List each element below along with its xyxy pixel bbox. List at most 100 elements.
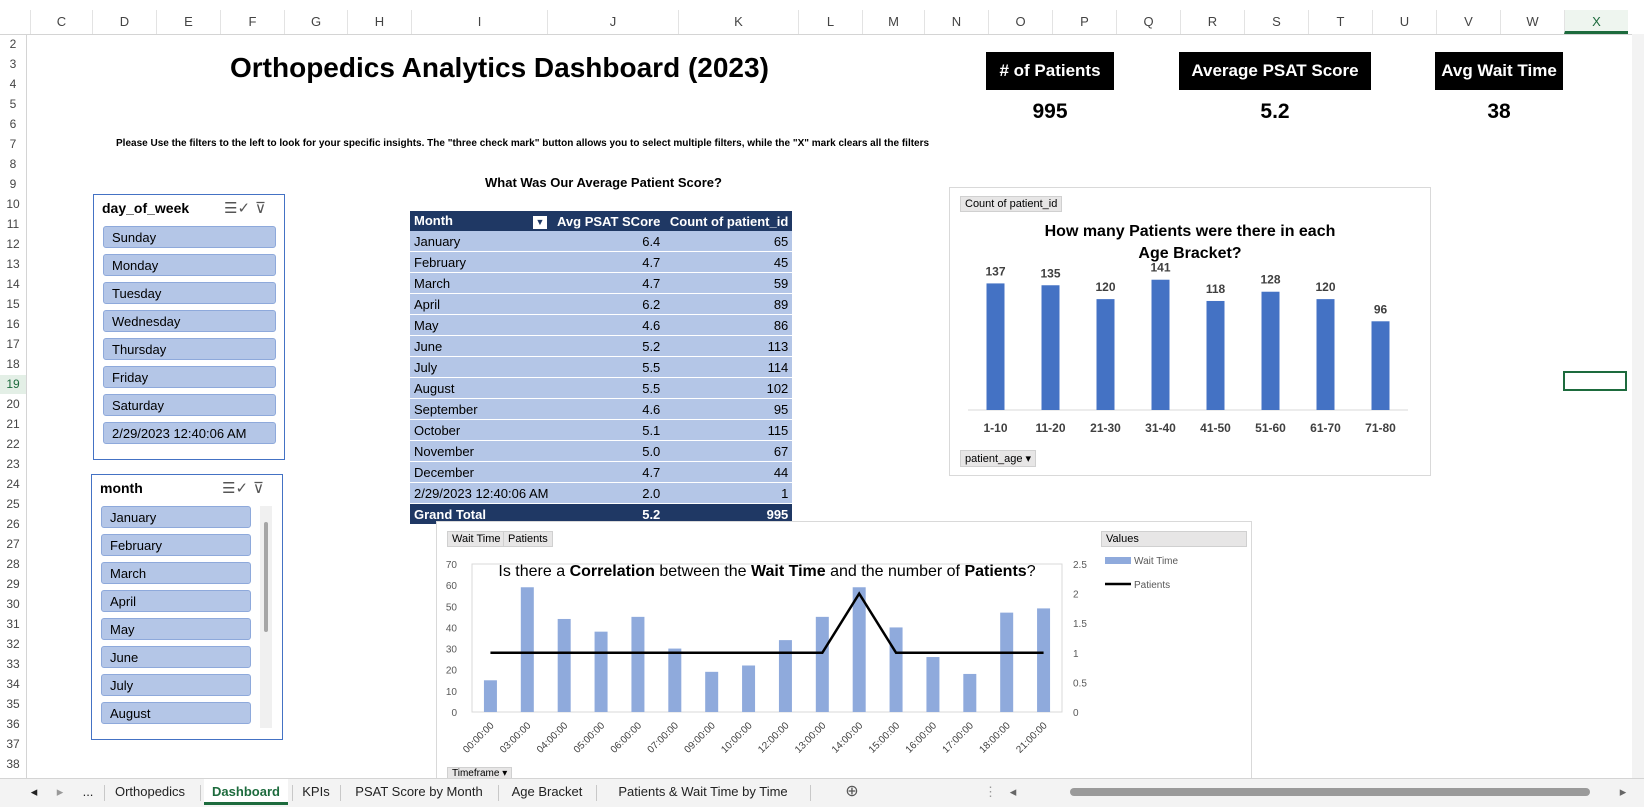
row-header[interactable]: 20 — [0, 395, 26, 414]
row-header[interactable]: 29 — [0, 575, 26, 594]
row-header[interactable]: 36 — [0, 715, 26, 734]
slicer-item-july[interactable]: July — [101, 674, 251, 696]
field-button-patient-age[interactable]: patient_age ▾ — [960, 450, 1037, 467]
slicer-item-saturday[interactable]: Saturday — [103, 394, 276, 416]
row-header[interactable]: 13 — [0, 255, 26, 274]
row-header[interactable]: 8 — [0, 155, 26, 174]
column-header[interactable]: V — [1436, 10, 1500, 34]
column-header[interactable]: J — [547, 10, 678, 34]
row-header[interactable]: 38 — [0, 755, 26, 774]
column-header[interactable]: P — [1052, 10, 1116, 34]
row-header[interactable]: 27 — [0, 535, 26, 554]
vertical-scrollbar[interactable] — [1632, 34, 1644, 778]
slicer-scroll-thumb[interactable] — [264, 522, 268, 632]
slicer-item-august[interactable]: August — [101, 702, 251, 724]
age-bracket-chart[interactable]: Count of patient_id How many Patients we… — [949, 187, 1431, 476]
column-header[interactable]: T — [1308, 10, 1372, 34]
wait-time-chart[interactable]: Wait Time Patients Values 0 10 20 30 40 50 60 7… — [436, 521, 1252, 780]
row-header[interactable]: 34 — [0, 675, 26, 694]
pivot-row[interactable]: December 4.7 44 — [410, 461, 793, 483]
day-of-week-slicer[interactable]: day_of_week ☰✓ ⊽ Sunday Monday Tuesday W… — [93, 194, 285, 460]
tab-more-button[interactable]: ... — [78, 779, 98, 805]
row-header[interactable]: 25 — [0, 495, 26, 514]
row-header[interactable]: 33 — [0, 655, 26, 674]
column-header[interactable]: N — [924, 10, 988, 34]
pivot-row[interactable]: March 4.7 59 — [410, 272, 793, 294]
row-header[interactable]: 10 — [0, 195, 26, 214]
slicer-item-thursday[interactable]: Thursday — [103, 338, 276, 360]
slicer-item-may[interactable]: May — [101, 618, 251, 640]
tab-age-bracket[interactable]: Age Bracket — [502, 779, 592, 805]
column-header[interactable]: E — [156, 10, 220, 34]
column-header[interactable]: U — [1372, 10, 1436, 34]
multi-select-icon[interactable]: ☰✓ — [222, 479, 248, 497]
pivot-row[interactable]: 2/29/2023 12:40:06 AM 2.0 1 — [410, 482, 793, 504]
psat-pivot-table[interactable]: Month ▼ Avg PSAT SCore Count of patient_i… — [410, 211, 793, 525]
row-header[interactable]: 9 — [0, 175, 26, 194]
column-header[interactable]: K — [678, 10, 798, 34]
selected-cell[interactable] — [1563, 371, 1627, 391]
tab-scroll-right-icon[interactable]: ▸ — [52, 779, 68, 805]
row-header[interactable]: 35 — [0, 695, 26, 714]
tab-dashboard[interactable]: Dashboard — [204, 779, 288, 805]
pivot-row[interactable]: January 6.4 65 — [410, 231, 793, 252]
column-header[interactable]: R — [1180, 10, 1244, 34]
row-header[interactable]: 16 — [0, 315, 26, 334]
pivot-row[interactable]: July 5.5 114 — [410, 356, 793, 378]
horizontal-scroll-thumb[interactable] — [1070, 788, 1590, 796]
pivot-row[interactable]: February 4.7 45 — [410, 251, 793, 273]
column-header[interactable]: I — [411, 10, 547, 34]
column-header[interactable]: L — [798, 10, 862, 34]
row-header[interactable]: 21 — [0, 415, 26, 434]
row-header[interactable]: 11 — [0, 215, 26, 234]
slicer-item-friday[interactable]: Friday — [103, 366, 276, 388]
slicer-scrollbar[interactable] — [260, 506, 272, 728]
row-header[interactable]: 37 — [0, 735, 26, 754]
pivot-row[interactable]: May 4.6 86 — [410, 314, 793, 336]
column-header[interactable]: O — [988, 10, 1052, 34]
slicer-item-june[interactable]: June — [101, 646, 251, 668]
column-header[interactable]: Q — [1116, 10, 1180, 34]
column-header[interactable]: M — [862, 10, 924, 34]
clear-filter-icon[interactable]: ⊽ — [253, 479, 264, 497]
pivot-row[interactable]: October 5.1 115 — [410, 419, 793, 441]
row-header[interactable]: 28 — [0, 555, 26, 574]
row-header[interactable]: 18 — [0, 355, 26, 374]
slicer-item-january[interactable]: January — [101, 506, 251, 528]
add-sheet-icon[interactable]: ⊕ — [840, 779, 864, 805]
tab-patients-wait-time[interactable]: Patients & Wait Time by Time — [600, 779, 806, 805]
column-header[interactable]: F — [220, 10, 284, 34]
row-header[interactable]: 30 — [0, 595, 26, 614]
row-header[interactable]: 22 — [0, 435, 26, 454]
tab-kpis[interactable]: KPIs — [296, 779, 336, 805]
pivot-row[interactable]: September 4.6 95 — [410, 398, 793, 420]
tab-psat-score-by-month[interactable]: PSAT Score by Month — [344, 779, 494, 805]
column-header[interactable]: G — [284, 10, 347, 34]
month-slicer[interactable]: month ☰✓ ⊽ January February March April … — [91, 474, 283, 740]
tab-scroll-left-icon[interactable]: ◂ — [26, 779, 42, 805]
row-header[interactable]: 12 — [0, 235, 26, 254]
slicer-item-sunday[interactable]: Sunday — [103, 226, 276, 248]
row-header[interactable]: 2 — [0, 35, 26, 54]
slicer-item-february[interactable]: February — [101, 534, 251, 556]
hscroll-left-icon[interactable]: ◂ — [1005, 779, 1021, 805]
column-header[interactable]: W — [1500, 10, 1564, 34]
row-header[interactable]: 24 — [0, 475, 26, 494]
row-header[interactable]: 19 — [0, 375, 26, 394]
clear-filter-icon[interactable]: ⊽ — [255, 199, 266, 217]
filter-dropdown-icon[interactable]: ▼ — [532, 215, 547, 229]
pivot-header-month[interactable]: Month ▼ — [410, 211, 553, 231]
more-options-icon[interactable]: ⋮ — [984, 779, 997, 805]
column-header[interactable]: S — [1244, 10, 1308, 34]
row-header[interactable]: 5 — [0, 95, 26, 114]
slicer-item-monday[interactable]: Monday — [103, 254, 276, 276]
pivot-row[interactable]: August 5.5 102 — [410, 377, 793, 399]
slicer-item-march[interactable]: March — [101, 562, 251, 584]
row-header[interactable]: 4 — [0, 75, 26, 94]
row-header[interactable]: 26 — [0, 515, 26, 534]
column-header[interactable]: C — [30, 10, 92, 34]
row-header[interactable]: 23 — [0, 455, 26, 474]
row-header[interactable]: 17 — [0, 335, 26, 354]
slicer-item-date[interactable]: 2/29/2023 12:40:06 AM — [103, 422, 276, 444]
pivot-row[interactable]: June 5.2 113 — [410, 335, 793, 357]
